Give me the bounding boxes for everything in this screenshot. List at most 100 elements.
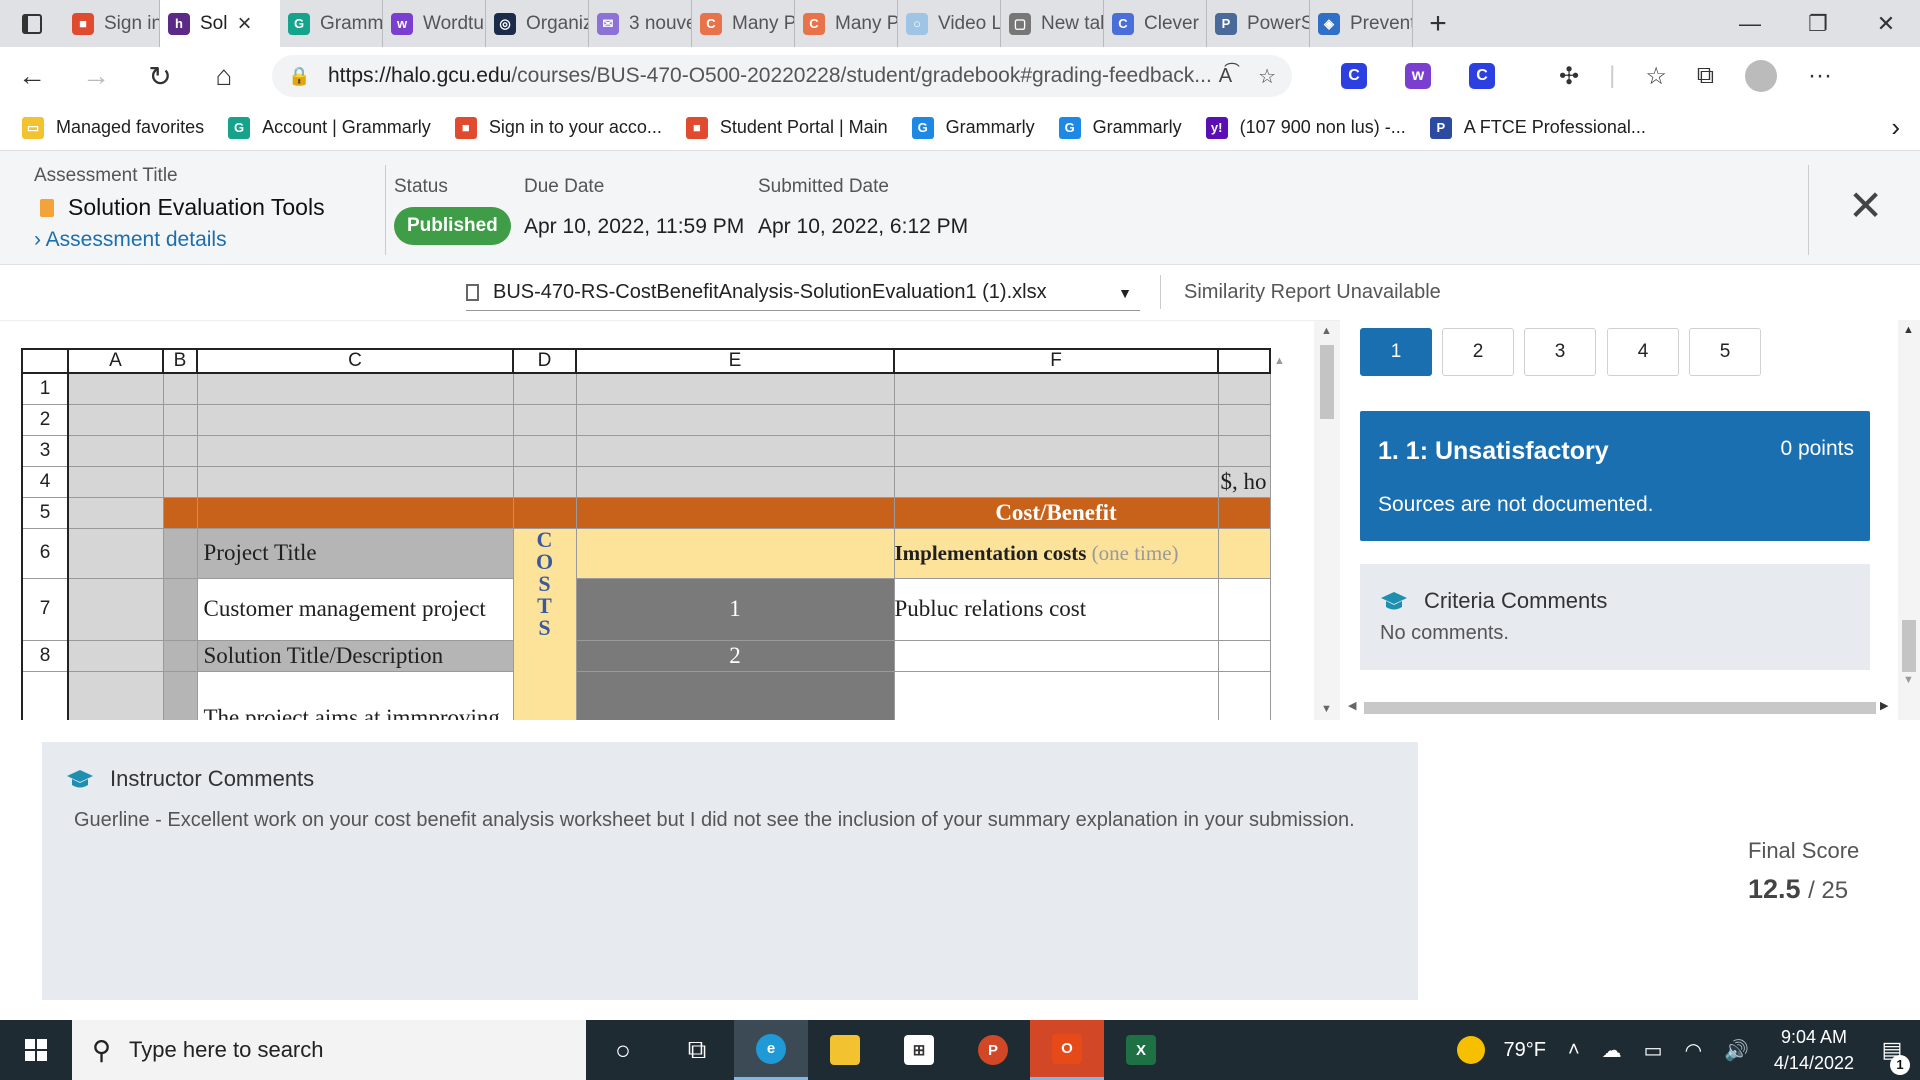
temperature[interactable]: 79°F [1504, 1039, 1546, 1062]
forward-button[interactable]: → [64, 60, 128, 92]
weather-icon[interactable] [1456, 1036, 1485, 1064]
browser-tab[interactable]: ○ Video L [898, 0, 1001, 47]
extension-icon[interactable]: w [1405, 63, 1431, 89]
favorite-add-icon[interactable]: ☆ [1258, 64, 1276, 89]
favorites-icon[interactable]: ☆ [1645, 62, 1667, 91]
level-4-button[interactable]: 4 [1607, 328, 1679, 376]
final-score-label: Final Score [1748, 838, 1860, 863]
file-select[interactable]: BUS-470-RS-CostBenefitAnalysis-SolutionE… [466, 275, 1140, 311]
taskbar-search[interactable]: ⚲ Type here to search [72, 1020, 586, 1080]
graduation-cap-icon [1381, 592, 1407, 610]
tab-actions-icon[interactable] [0, 0, 64, 47]
level-3-button[interactable]: 3 [1524, 328, 1596, 376]
bookmark-item[interactable]: ■ Student Portal | Main [685, 116, 888, 139]
rubric-horizontal-scrollbar[interactable]: ◀ ▶ [1340, 694, 1900, 720]
costs-vertical-label: COSTS [535, 528, 554, 640]
bookmark-item[interactable]: ■ Sign in to your acco... [454, 116, 662, 139]
bookmark-label: A FTCE Professional... [1463, 117, 1646, 137]
bookmark-item[interactable]: G Grammarly [1058, 116, 1182, 139]
profile-avatar[interactable] [1745, 60, 1777, 92]
bookmark-item[interactable]: y! (107 900 non lus) -... [1205, 116, 1406, 139]
browser-tab[interactable]: ◎ Organiz [486, 0, 589, 47]
refresh-button[interactable]: ↻ [128, 60, 192, 93]
browser-tab[interactable]: ▢ New tal [1001, 0, 1104, 47]
bookmark-item[interactable]: G Grammarly [911, 116, 1035, 139]
bookmark-item[interactable]: G Account | Grammarly [228, 116, 431, 139]
scroll-up-icon[interactable]: ▲ [1903, 324, 1914, 336]
more-menu-icon[interactable]: ··· [1808, 62, 1832, 90]
volume-icon[interactable]: 🔊 [1724, 1038, 1749, 1063]
due-date: Apr 10, 2022, 11:59 PM [524, 215, 745, 238]
column-header: B [162, 348, 198, 374]
scroll-down-icon[interactable]: ▼ [1903, 674, 1914, 686]
browser-tab[interactable]: h Sol × [160, 0, 280, 47]
sheet-scroll-up-icon[interactable]: ▲ [1274, 355, 1285, 367]
new-tab-button[interactable]: + [1413, 7, 1463, 41]
wifi-icon[interactable]: ◠ [1685, 1038, 1702, 1063]
browser-tab[interactable]: P PowerS [1207, 0, 1310, 47]
scroll-right-icon[interactable]: ▶ [1880, 699, 1888, 712]
collections-icon[interactable]: ⧉ [1697, 62, 1714, 90]
extensions-puzzle-icon[interactable]: ✣ [1559, 62, 1579, 91]
notification-icon[interactable]: ▤ 1 [1872, 1037, 1912, 1075]
tab-label: PowerS [1247, 12, 1310, 34]
level-1-button[interactable]: 1 [1360, 328, 1432, 376]
store-icon[interactable]: ⊞ [882, 1020, 956, 1080]
clock[interactable]: 9:04 AM 4/14/2022 [1774, 1024, 1854, 1076]
column-header: D [512, 348, 577, 374]
extension-icon[interactable]: C [1341, 63, 1367, 89]
tab-favicon-icon: P [1215, 12, 1237, 35]
close-tab-icon[interactable]: × [237, 10, 251, 38]
onedrive-icon[interactable]: ☁ [1602, 1038, 1622, 1063]
task-view-icon[interactable]: ⧉ [660, 1020, 734, 1080]
final-score: 12.5 / 25 [1748, 874, 1848, 905]
read-aloud-icon[interactable]: A͡ [1219, 65, 1232, 88]
notification-badge: 1 [1890, 1055, 1910, 1075]
scroll-up-icon[interactable]: ▲ [1321, 325, 1332, 337]
start-button[interactable] [0, 1038, 72, 1062]
restore-icon[interactable]: ❐ [1784, 11, 1852, 37]
rubric-level-card: 1. 1: Unsatisfactory 0 points Sources ar… [1360, 411, 1870, 541]
powerpoint-icon[interactable]: P [956, 1020, 1030, 1080]
level-5-button[interactable]: 5 [1689, 328, 1761, 376]
bookmark-label: Account | Grammarly [262, 117, 431, 137]
back-button[interactable]: ← [0, 60, 64, 92]
home-button[interactable]: ⌂ [192, 60, 256, 92]
rubric-vertical-scrollbar[interactable]: ▲ ▼ [1898, 320, 1920, 720]
office-icon[interactable]: O [1030, 1020, 1104, 1080]
browser-tab[interactable]: G Gramm [280, 0, 383, 47]
close-icon[interactable]: ✕ [1848, 181, 1883, 230]
url-host: https://halo.gcu.edu [328, 64, 512, 87]
chevron-up-icon[interactable]: ˄ [1568, 1039, 1580, 1062]
bookmark-item[interactable]: P A FTCE Professional... [1429, 116, 1646, 139]
bookmark-label: Grammarly [945, 117, 1035, 137]
extension-icon[interactable]: C [1469, 63, 1495, 89]
edge-icon[interactable]: e [734, 1020, 808, 1080]
viewer-scrollbar[interactable]: ▲ ▼ [1314, 321, 1340, 720]
browser-tab[interactable]: ◈ Prevent [1310, 0, 1413, 47]
criteria-comments-text: No comments. [1380, 622, 1509, 644]
assessment-details-link[interactable]: › Assessment details [34, 228, 227, 252]
file-explorer-icon[interactable] [808, 1020, 882, 1080]
browser-tab[interactable]: ✉ 3 nouve [589, 0, 692, 47]
battery-icon[interactable]: ▭ [1644, 1038, 1663, 1063]
cortana-icon[interactable]: ○ [586, 1020, 660, 1080]
url-field[interactable]: 🔒 https://halo.gcu.edu/courses/BUS-470-O… [272, 55, 1292, 97]
scroll-left-icon[interactable]: ◀ [1348, 699, 1356, 712]
scroll-down-icon[interactable]: ▼ [1321, 703, 1332, 715]
excel-icon[interactable]: X [1104, 1020, 1178, 1080]
spreadsheet-viewer[interactable]: A B C D E F 1 2 3 4 $, ho 5 Cost/Benefit… [0, 320, 1340, 720]
bookmark-item[interactable]: ▭ Managed favorites [22, 116, 204, 139]
close-window-icon[interactable]: ✕ [1852, 11, 1920, 37]
browser-tab[interactable]: ■ Sign in [64, 0, 160, 47]
browser-tab[interactable]: C Many P [692, 0, 795, 47]
minimize-icon[interactable]: — [1716, 11, 1784, 37]
level-2-button[interactable]: 2 [1442, 328, 1514, 376]
score-value: 12.5 [1748, 874, 1801, 904]
tab-favicon-icon: ✉ [597, 12, 619, 35]
browser-tab[interactable]: w Wordtu [383, 0, 486, 47]
chevron-right-icon[interactable]: › [1891, 112, 1900, 143]
cell-f5: Cost/Benefit [893, 496, 1219, 529]
browser-tab[interactable]: C Many P [795, 0, 898, 47]
browser-tab[interactable]: C Clever [1104, 0, 1207, 47]
